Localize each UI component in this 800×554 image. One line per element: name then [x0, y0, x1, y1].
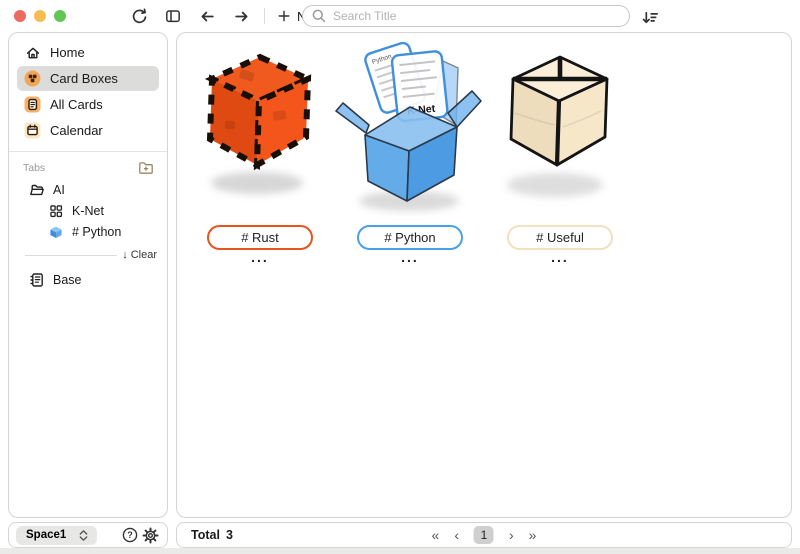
open-folder-icon — [28, 181, 45, 198]
box-card-rust[interactable]: # Rust ... — [185, 41, 335, 263]
prev-page-button[interactable]: ‹ — [454, 526, 459, 544]
tab-item-base[interactable]: Base — [17, 269, 159, 290]
status-bar: Total 3 « ‹ 1 › » — [176, 522, 792, 548]
clear-button[interactable]: ↓ Clear — [122, 249, 159, 261]
back-button[interactable] — [196, 4, 218, 28]
sidebar-item-label: Calendar — [50, 123, 103, 138]
minimize-window-button[interactable] — [34, 10, 46, 22]
tab-item-label: K-Net — [72, 204, 104, 218]
folder-plus-icon — [138, 160, 154, 176]
tabs-section-header: Tabs — [17, 159, 159, 179]
toolbar-divider — [264, 8, 265, 24]
more-options-rust[interactable]: ... — [251, 251, 269, 263]
settings-button[interactable] — [140, 525, 160, 545]
tag-pill-rust[interactable]: # Rust — [207, 225, 313, 250]
all-cards-icon — [24, 96, 41, 113]
app-window: New Box — [0, 0, 800, 554]
window-bottom-edge — [0, 548, 800, 554]
title-bar: New Box — [0, 0, 800, 32]
pagination: « ‹ 1 › » — [432, 526, 537, 544]
plus-icon — [277, 9, 291, 23]
sidebar-panel-icon — [165, 8, 181, 24]
last-page-button[interactable]: » — [529, 526, 537, 544]
forward-button[interactable] — [230, 4, 252, 28]
card-boxes-icon — [24, 70, 41, 87]
add-folder-button[interactable] — [137, 159, 155, 177]
sidebar-item-home[interactable]: Home — [17, 40, 159, 65]
sort-descending-icon — [641, 9, 658, 26]
sidebar-divider — [9, 151, 167, 152]
useful-box-illustration — [485, 41, 635, 221]
total-value: 3 — [226, 528, 233, 542]
clear-row: ↓ Clear — [17, 249, 159, 261]
python-open-box-illustration: Python K-Net — [335, 41, 485, 221]
search-field-wrap — [302, 5, 630, 27]
toggle-sidebar-button[interactable] — [162, 4, 184, 28]
chevron-updown-icon — [78, 529, 89, 542]
current-page: 1 — [474, 526, 494, 544]
gear-icon — [142, 527, 159, 544]
tab-item-label: # Python — [72, 225, 121, 239]
notebook-icon — [28, 271, 45, 288]
clear-divider — [25, 255, 117, 256]
sidebar-item-label: Home — [50, 45, 85, 60]
total-count: Total 3 — [191, 528, 233, 542]
sidebar-item-all-cards[interactable]: All Cards — [17, 92, 159, 117]
arrow-right-icon — [233, 8, 250, 25]
sidebar-item-label: All Cards — [50, 97, 103, 112]
search-input[interactable] — [302, 5, 630, 27]
refresh-button[interactable] — [128, 4, 150, 28]
help-button[interactable]: ? — [120, 525, 140, 545]
first-page-button[interactable]: « — [432, 526, 440, 544]
sidebar: Home Card Boxes All Cards — [8, 32, 168, 518]
next-page-button[interactable]: › — [509, 526, 514, 544]
blue-box-icon — [47, 223, 64, 240]
calendar-icon — [24, 122, 41, 139]
close-window-button[interactable] — [14, 10, 26, 22]
help-icon: ? — [122, 527, 138, 543]
rust-crate-illustration — [185, 41, 335, 221]
tabs-folder-label: AI — [53, 183, 65, 197]
box-grid: # Rust ... Python — [185, 41, 635, 263]
box-card-useful[interactable]: # Useful ... — [485, 41, 635, 263]
arrow-down-icon: ↓ — [122, 249, 128, 261]
total-label: Total — [191, 528, 220, 542]
tabs-folder-ai[interactable]: AI — [17, 179, 159, 200]
more-options-useful[interactable]: ... — [551, 251, 569, 263]
search-icon — [311, 8, 327, 24]
tab-item-label: Base — [53, 273, 82, 287]
tab-item-python[interactable]: # Python — [17, 221, 159, 242]
workspace-label: Space1 — [26, 529, 66, 541]
grid-icon — [47, 202, 64, 219]
sidebar-item-label: Card Boxes — [50, 71, 118, 86]
tag-pill-useful[interactable]: # Useful — [507, 225, 613, 250]
zoom-window-button[interactable] — [54, 10, 66, 22]
arrow-left-icon — [199, 8, 216, 25]
clear-label: Clear — [131, 249, 157, 261]
sidebar-item-calendar[interactable]: Calendar — [17, 118, 159, 143]
tabs-section-label: Tabs — [23, 162, 45, 174]
more-options-python[interactable]: ... — [401, 251, 419, 263]
home-icon — [24, 44, 41, 61]
box-card-python[interactable]: Python K-Net — [335, 41, 485, 263]
refresh-icon — [131, 8, 148, 25]
main-content: # Rust ... Python — [176, 32, 792, 518]
sidebar-item-card-boxes[interactable]: Card Boxes — [17, 66, 159, 91]
workspace-switcher[interactable]: Space1 — [16, 526, 97, 545]
workspace-bar: Space1 ? — [8, 522, 168, 548]
sort-button[interactable] — [638, 5, 660, 29]
svg-text:?: ? — [127, 530, 133, 540]
tag-pill-python[interactable]: # Python — [357, 225, 463, 250]
tab-item-knet[interactable]: K-Net — [17, 200, 159, 221]
traffic-lights — [14, 10, 66, 22]
